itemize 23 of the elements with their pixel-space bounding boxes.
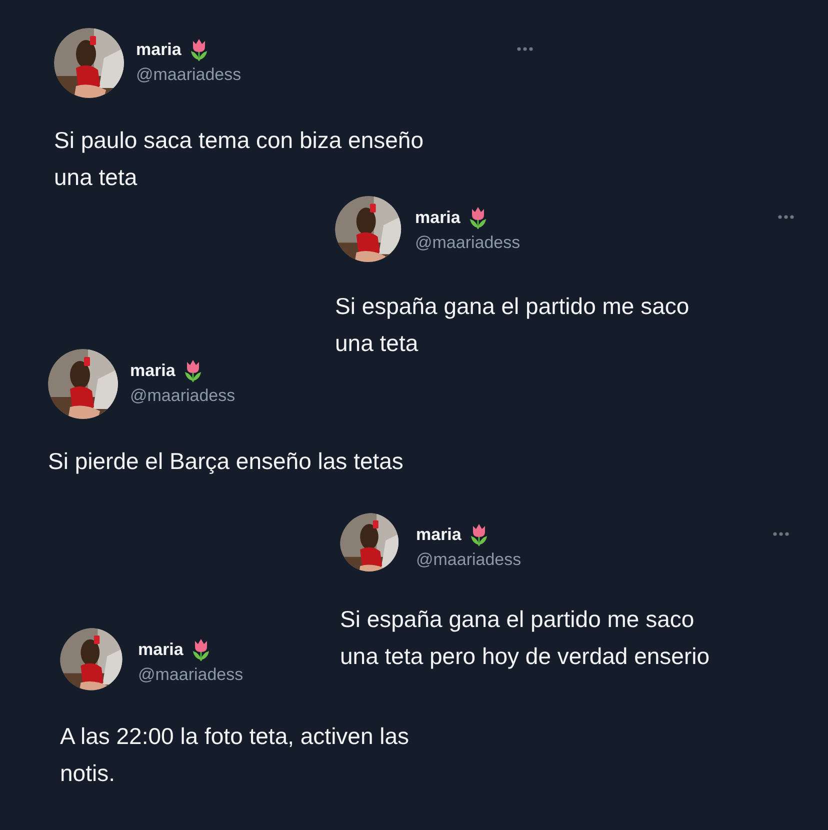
tulip-icon — [469, 523, 490, 547]
more-icon[interactable] — [516, 46, 534, 52]
user-handle: @maariadess — [130, 386, 236, 406]
more-icon[interactable] — [772, 531, 790, 537]
display-name: maria — [136, 40, 182, 60]
user-handle: @maariadess — [136, 65, 242, 85]
tweet-text: Si pierde el Barça enseño las tetas — [48, 447, 404, 476]
user-handle: @maariadess — [415, 233, 522, 253]
tulip-icon — [468, 206, 488, 230]
display-name: maria — [130, 361, 176, 381]
display-name: maria — [415, 208, 460, 228]
tweet-text: Si españa gana el partido me saco una teta pero hoy de verdad enserio — [340, 605, 711, 671]
display-name: maria — [416, 525, 462, 545]
tulip-icon — [191, 638, 212, 662]
tweet-text: Si españa gana el partido me saco una teta — [335, 292, 690, 358]
tweet-text: A las 22:00 la foto teta, activen las notis. — [60, 722, 410, 788]
user-handle: @maariadess — [138, 665, 244, 685]
tulip-icon — [189, 38, 210, 62]
tweet-text: Si paulo saca tema con biza enseño una teta — [54, 126, 425, 192]
user-handle: @maariadess — [416, 550, 522, 570]
tulip-icon — [183, 359, 204, 383]
more-icon[interactable] — [777, 214, 795, 220]
display-name: maria — [138, 640, 184, 660]
